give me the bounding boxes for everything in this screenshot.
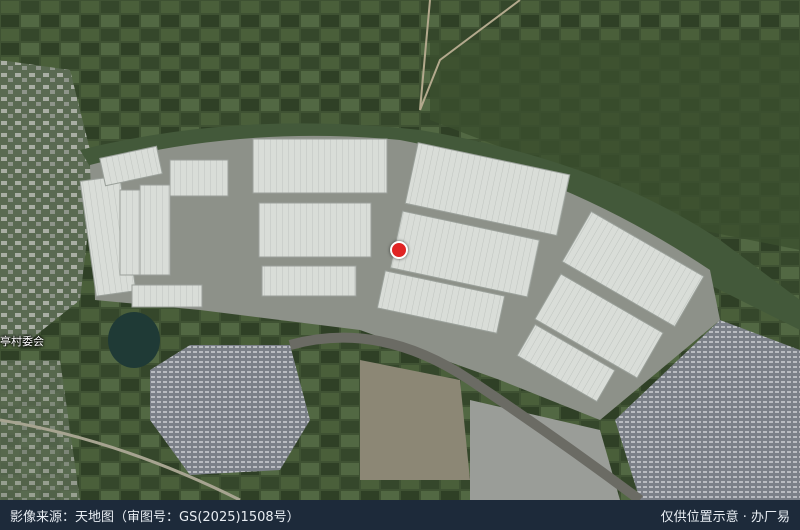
satellite-imagery: [0, 0, 800, 530]
attribution-bar: 影像来源：天地图（审图号：GS(2025)1508号） 仅供位置示意 · 办厂易: [0, 500, 800, 530]
location-disclaimer-text: 仅供位置示意 · 办厂易: [660, 509, 790, 525]
place-label: 亭村委会: [0, 335, 44, 348]
imagery-source-text: 影像来源：天地图（审图号：GS(2025)1508号）: [10, 509, 300, 525]
location-pin-icon[interactable]: [390, 241, 408, 259]
satellite-map[interactable]: 亭村委会 影像来源：天地图（审图号：GS(2025)1508号） 仅供位置示意 …: [0, 0, 800, 530]
